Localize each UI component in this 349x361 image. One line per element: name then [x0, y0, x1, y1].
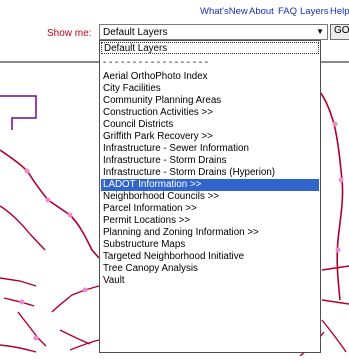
dropdown-option[interactable]: Council Districts	[101, 119, 319, 131]
nav-link-whats-new[interactable]: What'sNew	[200, 6, 248, 17]
dropdown-option[interactable]: Community Planning Areas	[101, 95, 319, 107]
top-navigation: What'sNew About FAQ Layers Help	[200, 6, 349, 20]
dropdown-separator: - - - - - - - - - - - - - - - - - -	[103, 57, 208, 68]
dropdown-option[interactable]: Planning and Zoning Information >>	[101, 227, 319, 239]
dropdown-option[interactable]: Infrastructure - Sewer Information	[101, 143, 319, 155]
dropdown-option[interactable]: Neighborhood Councils >>	[101, 191, 319, 203]
dropdown-option[interactable]: Infrastructure - Storm Drains	[101, 155, 319, 167]
dropdown-option[interactable]: Construction Activities >>	[101, 107, 319, 119]
layer-dropdown-list[interactable]: Default Layers - - - - - - - - - - - - -…	[99, 40, 321, 353]
chevron-down-icon[interactable]: ▼	[316, 27, 324, 36]
nav-link-layers[interactable]: Layers	[300, 6, 329, 17]
dropdown-option[interactable]: Default Layers	[101, 42, 319, 54]
dropdown-option[interactable]: Griffith Park Recovery >>	[101, 131, 319, 143]
dropdown-option[interactable]: Tree Canopy Analysis	[101, 263, 319, 275]
nav-link-about[interactable]: About	[249, 6, 274, 17]
layer-select[interactable]: Default Layers ▼	[99, 24, 328, 40]
layer-select-value: Default Layers	[103, 27, 168, 38]
dropdown-option[interactable]: Aerial OrthoPhoto Index	[101, 71, 319, 83]
dropdown-option[interactable]: Substructure Maps	[101, 239, 319, 251]
show-me-label: Show me:	[47, 28, 92, 39]
dropdown-option[interactable]: Parcel Information >>	[101, 203, 319, 215]
dropdown-option[interactable]: Vault	[101, 275, 319, 287]
nav-link-faq[interactable]: FAQ	[278, 6, 297, 17]
dropdown-option[interactable]: Infrastructure - Storm Drains (Hyperion)	[101, 167, 319, 179]
dropdown-option[interactable]: Permit Locations >>	[101, 215, 319, 227]
go-button[interactable]: GO	[330, 24, 349, 40]
nav-link-help[interactable]: Help	[330, 6, 349, 17]
dropdown-option[interactable]: Targeted Neighborhood Initiative	[101, 251, 319, 263]
dropdown-option-highlighted[interactable]: LADOT Information >>	[101, 179, 319, 191]
dropdown-option[interactable]: City Facilities	[101, 83, 319, 95]
